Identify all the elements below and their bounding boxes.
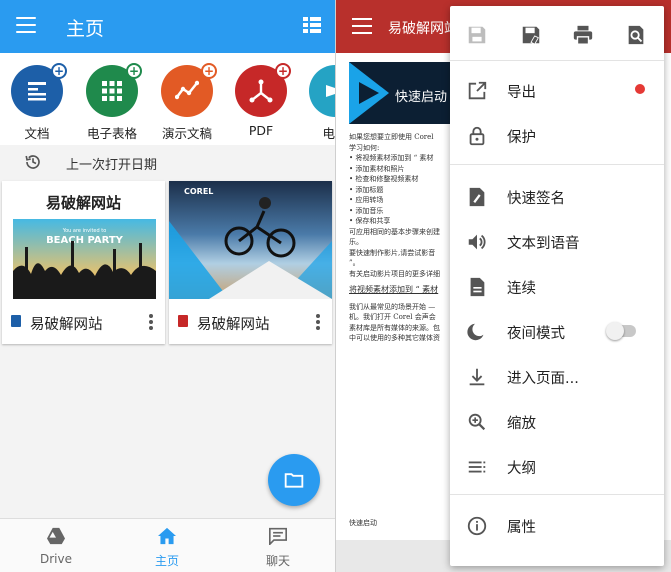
drive-icon	[47, 527, 65, 545]
find-icon[interactable]	[625, 24, 647, 46]
open-folder-button[interactable]	[268, 454, 320, 506]
chat-icon	[269, 527, 287, 547]
category-documents[interactable]: + 文档	[2, 63, 72, 142]
category-spreadsheets[interactable]: + 电子表格	[77, 63, 147, 142]
lock-icon	[469, 126, 485, 146]
speaker-icon	[468, 234, 486, 250]
nav-chat[interactable]: 聊天	[238, 527, 318, 569]
category-presentations[interactable]: + 演示文稿	[152, 63, 222, 142]
menu-icon[interactable]	[352, 18, 372, 36]
overflow-menu: 导出 保护 快速签名 文本到语音 连续 夜间模式 进入页面... 缩放 大纲 属…	[450, 6, 664, 566]
export-icon	[468, 81, 487, 100]
category-pdf[interactable]: + PDF	[226, 63, 296, 138]
print-icon[interactable]	[572, 24, 594, 46]
document-title: 易破解网站	[388, 21, 458, 37]
category-ebook[interactable]: 电子	[300, 65, 335, 142]
menu-item-night-mode[interactable]: 夜间模式	[450, 311, 664, 351]
menu-item-go-to-page[interactable]: 进入页面...	[450, 356, 664, 396]
history-icon	[25, 155, 40, 169]
more-options-icon[interactable]	[316, 314, 320, 332]
doc-banner: 快速启动	[349, 62, 464, 124]
page-title: 主页	[66, 18, 105, 40]
signature-icon	[469, 187, 485, 207]
party-image	[13, 241, 156, 299]
add-icon: +	[201, 63, 217, 79]
presentation-icon	[175, 80, 199, 100]
folder-icon	[284, 473, 304, 488]
add-icon: +	[126, 63, 142, 79]
save-icon[interactable]	[466, 24, 488, 46]
file-thumbnail: COREL	[169, 181, 332, 299]
ebook-icon	[326, 85, 335, 97]
menu-item-text-to-speech[interactable]: 文本到语音	[450, 221, 664, 261]
moon-icon	[467, 323, 484, 341]
menu-item-zoom[interactable]: 缩放	[450, 401, 664, 441]
file-name: 易破解网站	[197, 317, 270, 333]
outline-icon	[468, 461, 486, 473]
menu-icon[interactable]	[16, 17, 36, 35]
list-view-icon[interactable]	[303, 17, 321, 33]
home-icon	[158, 527, 176, 545]
goto-page-icon	[469, 368, 485, 386]
zoom-icon	[468, 413, 486, 431]
sort-label: 上一次打开日期	[66, 158, 158, 173]
recent-file-card[interactable]: COREL 易破解网站	[169, 181, 332, 344]
menu-item-continuous[interactable]: 连续	[450, 266, 664, 306]
nav-drive[interactable]: Drive	[16, 527, 96, 566]
page-icon	[470, 277, 485, 297]
document-page[interactable]: 快速启动 如果您想要立即使用 Corel 学习如何: • 将视频素材添加到 “ …	[349, 62, 464, 542]
add-icon: +	[51, 63, 67, 79]
menu-item-quick-sign[interactable]: 快速签名	[450, 176, 664, 216]
info-icon	[467, 516, 487, 536]
document-icon	[28, 82, 46, 101]
recent-file-card[interactable]: 易破解网站 You are invited to BEACH PARTY 易破解…	[2, 181, 165, 344]
bottom-navigation: Drive 主页 聊天	[0, 518, 335, 572]
save-as-icon[interactable]	[520, 24, 542, 46]
menu-item-export[interactable]: 导出	[450, 70, 664, 110]
top-app-bar: 主页	[0, 0, 335, 53]
more-options-icon[interactable]	[149, 314, 153, 332]
menu-item-properties[interactable]: 属性	[450, 505, 664, 545]
pdf-file-icon	[178, 315, 188, 327]
file-name: 易破解网站	[30, 317, 103, 333]
home-screen: 主页 + 文档 + 电子表格 + 演示文稿 + PDF 电 上一次打开日期 易破…	[0, 0, 335, 572]
menu-item-protect[interactable]: 保护	[450, 115, 664, 155]
add-icon: +	[275, 63, 291, 79]
sort-header[interactable]: 上一次打开日期	[0, 145, 335, 179]
pdf-icon	[249, 79, 273, 103]
premium-badge-icon	[635, 84, 645, 94]
document-file-icon	[11, 315, 21, 327]
create-categories: + 文档 + 电子表格 + 演示文稿 + PDF 电	[0, 53, 335, 145]
spreadsheet-icon	[102, 81, 122, 101]
nav-home[interactable]: 主页	[127, 527, 207, 569]
file-thumbnail: 易破解网站 You are invited to BEACH PARTY	[2, 181, 165, 299]
bike-image	[169, 197, 332, 299]
menu-item-outline[interactable]: 大纲	[450, 446, 664, 486]
night-mode-toggle[interactable]	[606, 322, 636, 340]
